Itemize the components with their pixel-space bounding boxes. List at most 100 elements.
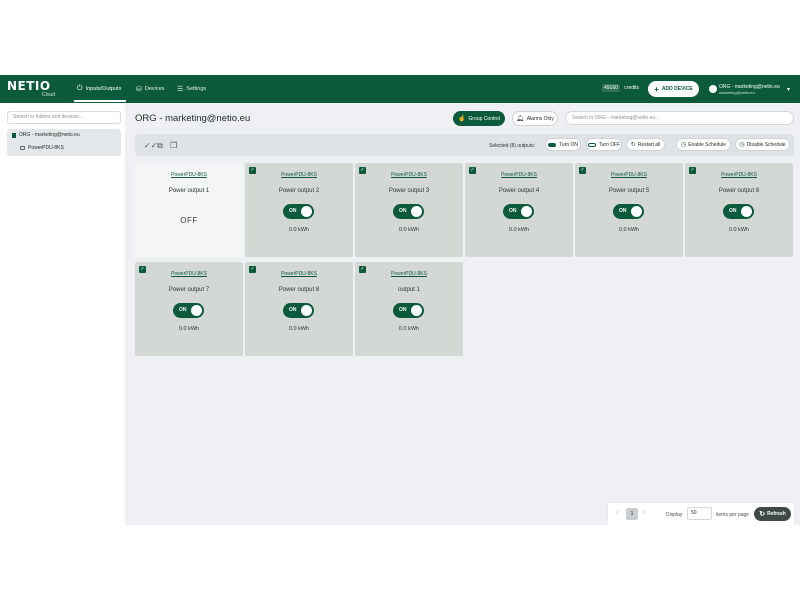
toggle-knob — [741, 206, 752, 217]
toggle-knob — [411, 305, 422, 316]
turn-on-button[interactable]: Turn ON — [545, 138, 581, 151]
tree-item-device[interactable]: PowerPDU-8KS — [20, 145, 64, 151]
output-toggle[interactable]: ON — [613, 204, 644, 219]
alarms-only-label: Alarms Only — [526, 115, 554, 122]
toggle-label: ON — [179, 307, 187, 313]
alarms-only-toggle[interactable]: 🔔︎ Alarms Only — [512, 111, 558, 126]
output-card[interactable]: ✓ PowerPDU-8KS Power output 2 ON 0.0 kWh — [245, 163, 353, 257]
add-device-label: ADD DEVICE — [661, 86, 693, 92]
output-name: output 1 — [398, 287, 420, 293]
items-per-page-label: items per page — [716, 512, 750, 518]
group-control-button[interactable]: ☝ Group Control — [453, 111, 505, 126]
energy-value: 0.0 kWh — [508, 227, 530, 233]
output-state-off: OFF — [180, 216, 198, 225]
nav-devices[interactable]: ⛁ Devices — [136, 82, 164, 96]
tree-device-label: PowerPDU-8KS — [28, 145, 64, 151]
add-device-button[interactable]: + ADD DEVICE — [648, 81, 699, 97]
toggle-label: ON — [509, 208, 517, 214]
output-name: Power output 8 — [278, 287, 320, 293]
output-name: Power output 6 — [718, 188, 760, 194]
toggle-knob — [301, 305, 312, 316]
device-link[interactable]: PowerPDU-8KS — [135, 172, 243, 178]
device-link[interactable]: PowerPDU-8KS — [355, 172, 463, 178]
output-toggle[interactable]: ON — [283, 204, 314, 219]
output-toggle[interactable]: ON — [723, 204, 754, 219]
pagination-bar: ‹ 1 › Display 50 items per page ↻ Refres… — [608, 503, 794, 525]
output-card[interactable]: ✓ PowerPDU-8KS Power output 7 ON 0.0 kWh — [135, 262, 243, 356]
user-email: marketing@netio.eu — [719, 90, 755, 95]
energy-value: 0.0 kWh — [178, 326, 200, 332]
output-card[interactable]: ✓ PowerPDU-8KS output 1 ON 0.0 kWh — [355, 262, 463, 356]
duplicate-icon[interactable]: ❐ — [170, 141, 177, 150]
output-card[interactable]: ✓ PowerPDU-8KS Power output 8 ON 0.0 kWh — [245, 262, 353, 356]
output-card[interactable]: ✓ PowerPDU-8KS Power output 5 ON 0.0 kWh — [575, 163, 683, 257]
turn-off-button[interactable]: Turn OFF — [586, 138, 622, 151]
items-per-page-input[interactable]: 50 — [687, 507, 712, 520]
nav-inputs-outputs[interactable]: ⏻ Inputs/Outputs — [77, 82, 121, 96]
copy-icon[interactable]: ⧉ — [157, 141, 163, 151]
output-toggle[interactable]: ON — [283, 303, 314, 318]
device-link[interactable]: PowerPDU-8KS — [245, 271, 353, 277]
device-link[interactable]: PowerPDU-8KS — [135, 271, 243, 277]
output-name: Power output 1 — [168, 188, 210, 194]
nav-label: Devices — [144, 86, 165, 92]
enable-schedule-button[interactable]: ◷ Enable Schedule — [676, 138, 731, 151]
output-toggle[interactable]: ON — [393, 303, 424, 318]
device-link[interactable]: PowerPDU-8KS — [575, 172, 683, 178]
output-toggle[interactable]: ON — [503, 204, 534, 219]
restart-all-button[interactable]: ↻ Restart all — [626, 138, 665, 151]
toggle-knob — [521, 206, 532, 217]
hand-icon: ☝ — [458, 116, 466, 122]
group-toolbar: ✓✓ ⧉ ❐ Selected (8) outputs: Turn ON Tur… — [135, 134, 794, 156]
select-all-icon[interactable]: ✓✓ — [144, 141, 157, 150]
output-card[interactable]: ✓ PowerPDU-8KS Power output 3 ON 0.0 kWh — [355, 163, 463, 257]
credits-value: 49160 — [602, 84, 620, 92]
logo-text: NETIO — [7, 79, 51, 93]
toggle-label: ON — [289, 208, 297, 214]
refresh-icon: ↻ — [759, 511, 766, 518]
output-toggle[interactable]: ON — [173, 303, 204, 318]
logo-subtitle: Cloud — [41, 92, 55, 98]
page-number-button[interactable]: 1 — [626, 508, 638, 520]
toggle-knob — [631, 206, 642, 217]
disable-schedule-button[interactable]: ◷ Disable Schedule — [735, 138, 790, 151]
top-bar: NETIO Cloud ⏻ Inputs/Outputs ⛁ Devices ☰… — [0, 75, 800, 103]
chevron-right-icon[interactable]: › — [643, 510, 645, 516]
netio-logo[interactable]: NETIO Cloud — [7, 80, 59, 100]
user-menu[interactable]: ORG - marketing@netio.eu marketing@netio… — [709, 83, 794, 97]
energy-value: 0.0 kWh — [398, 227, 420, 233]
output-card[interactable]: ✓ PowerPDU-8KS Power output 6 ON 0.0 kWh — [685, 163, 793, 257]
chevron-left-icon[interactable]: ‹ — [616, 510, 618, 516]
output-search-input[interactable]: Search in ORG - marketing@netio.eu... — [565, 111, 794, 125]
toggle-label: ON — [729, 208, 737, 214]
tree-item-org[interactable]: ORG - marketing@netio.eu — [12, 132, 80, 138]
output-card[interactable]: PowerPDU-8KS Power output 1 OFF — [135, 163, 243, 257]
energy-value: 0.0 kWh — [398, 326, 420, 332]
power-icon: ⏻ — [77, 85, 83, 92]
folder-search-input[interactable]: Search in folders and devices... — [7, 111, 121, 124]
nav-settings[interactable]: ☰ Settings — [177, 82, 206, 96]
page-title: ORG - marketing@netio.eu — [135, 113, 251, 124]
user-avatar-icon — [709, 85, 717, 93]
building-icon — [12, 132, 16, 138]
device-link[interactable]: PowerPDU-8KS — [355, 271, 463, 277]
output-name: Power output 7 — [168, 287, 210, 293]
output-name: Power output 5 — [608, 188, 650, 194]
tree-org-label: ORG - marketing@netio.eu — [19, 132, 80, 138]
output-card[interactable]: ✓ PowerPDU-8KS Power output 4 ON 0.0 kWh — [465, 163, 573, 257]
toggle-label: ON — [289, 307, 297, 313]
refresh-button[interactable]: ↻ Refresh — [754, 507, 791, 521]
output-name: Power output 4 — [498, 188, 540, 194]
device-link[interactable]: PowerPDU-8KS — [465, 172, 573, 178]
app-window: NETIO Cloud ⏻ Inputs/Outputs ⛁ Devices ☰… — [0, 75, 800, 525]
group-control-label: Group Control — [468, 115, 500, 122]
energy-value: 0.0 kWh — [288, 227, 310, 233]
toggle-label: ON — [399, 307, 407, 313]
clock-icon: ◷ — [680, 142, 687, 148]
toggle-on-icon — [548, 142, 556, 147]
device-link[interactable]: PowerPDU-8KS — [685, 172, 793, 178]
toggle-label: ON — [399, 208, 407, 214]
device-link[interactable]: PowerPDU-8KS — [245, 172, 353, 178]
toggle-knob — [301, 206, 312, 217]
output-toggle[interactable]: ON — [393, 204, 424, 219]
